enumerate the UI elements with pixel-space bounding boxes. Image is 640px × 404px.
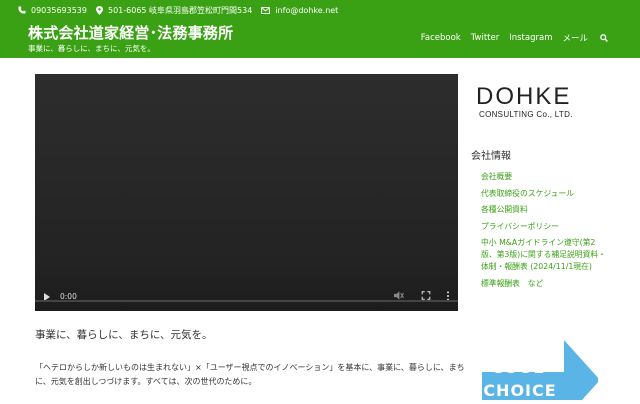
link-privacy-policy[interactable]: プライバシーポリシー: [481, 219, 606, 236]
nav-twitter[interactable]: Twitter: [471, 33, 500, 43]
banner-text: CHOICE: [483, 381, 556, 400]
cool-choice-banner[interactable]: COOL CHOICE: [482, 340, 600, 404]
nav-mail[interactable]: メール: [562, 32, 588, 44]
link-ma-guideline[interactable]: 中小 M&Aガイドライン遵守(第2版、第3版)に関する補足説明資料・体制・報酬表…: [481, 237, 606, 273]
company-logo[interactable]: DOHKE CONSULTING Co., LTD.: [476, 84, 604, 124]
video-player[interactable]: 0:00: [35, 74, 458, 311]
site-header: 09035693539 501-6065 岐阜県羽島郡笠松町門間534 info…: [0, 0, 640, 58]
company-info-links: 会社概要 代表取締役のスケジュール 各種公開資料 プライバシーポリシー 中小 M…: [481, 169, 606, 293]
logo-wordmark: DOHKE: [476, 83, 572, 110]
intro-body-line: に、元気を創出しつづけます。すべては、次の世代のために。: [35, 377, 257, 386]
banner-text: COOL: [491, 358, 544, 377]
email-info[interactable]: info@dohke.net: [261, 6, 338, 15]
nav-facebook[interactable]: Facebook: [421, 33, 461, 43]
link-company-overview[interactable]: 会社概要: [481, 169, 606, 186]
intro-body: 「ヘテロからしか新しいものは生まれない」×「ユーザー視点でのイノベーション」を基…: [35, 361, 465, 389]
link-standard-fees[interactable]: 標準報酬表 など: [481, 276, 606, 293]
phone-icon: [18, 6, 26, 14]
contact-bar: 09035693539 501-6065 岐阜県羽島郡笠松町門間534 info…: [18, 4, 347, 16]
site-tagline: 事業に、暮らしに、まちに、元気を。: [28, 44, 155, 53]
search-button[interactable]: [600, 34, 608, 42]
nav-instagram[interactable]: Instagram: [509, 33, 552, 43]
phone-number: 09035693539: [31, 5, 87, 15]
main-nav: Facebook Twitter Instagram メール: [411, 32, 608, 44]
map-marker-icon: [96, 5, 103, 15]
address-text: 501-6065 岐阜県羽島郡笠松町門間534: [108, 5, 253, 15]
logo-subtext: CONSULTING Co., LTD.: [479, 110, 573, 119]
address-info: 501-6065 岐阜県羽島郡笠松町門間534: [96, 5, 252, 16]
search-icon: [600, 34, 608, 42]
email-address: info@dohke.net: [275, 5, 339, 15]
site-title[interactable]: 株式会社道家経営･法務事務所: [28, 22, 233, 43]
link-ceo-schedule[interactable]: 代表取締役のスケジュール: [481, 186, 606, 203]
intro-heading: 事業に、暮らしに、まちに、元気を。: [35, 329, 213, 341]
widget-title: 会社情報: [471, 151, 511, 162]
envelope-icon: [261, 6, 271, 14]
intro-body-line: 「ヘテロからしか新しいものは生まれない」×「ユーザー視点でのイノベーション」を基…: [35, 363, 465, 372]
link-public-documents[interactable]: 各種公開資料: [481, 202, 606, 219]
phone-info[interactable]: 09035693539: [18, 6, 87, 15]
video-controls: 0:00: [35, 283, 458, 311]
video-progress-bar[interactable]: [35, 300, 458, 302]
